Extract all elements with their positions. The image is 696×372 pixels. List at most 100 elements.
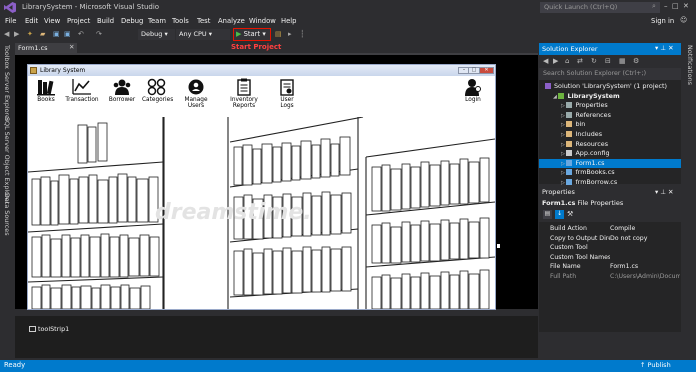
property-row[interactable]: Build Action Compile — [539, 224, 681, 234]
tree-item[interactable]: ▷ Includes — [539, 130, 681, 140]
alphabetical-icon[interactable]: ↓ — [555, 210, 564, 219]
menu-build[interactable]: Build — [97, 17, 114, 25]
properties-icon[interactable]: ⚙ — [633, 57, 639, 65]
menu-window[interactable]: Window — [249, 17, 276, 25]
properties-object-select[interactable]: Form1.cs File Properties — [539, 198, 681, 209]
tree-item[interactable]: ▷ Form1.cs — [539, 158, 681, 169]
property-row[interactable]: Full Path C:\Users\Admin\Documents — [539, 272, 681, 282]
property-value[interactable]: C:\Users\Admin\Documents — [610, 272, 680, 282]
new-project-icon[interactable]: ✦ — [27, 30, 35, 39]
tab-server-explorer[interactable]: Server Explorer — [3, 72, 11, 122]
tree-item[interactable]: ◢ LibrarySystem — [539, 92, 681, 102]
account-icon[interactable]: ☺ — [680, 16, 687, 24]
library-system-form[interactable]: Library System – □ ✕ Books Transaction B… — [27, 64, 496, 310]
back-icon[interactable]: ◀ — [543, 57, 548, 65]
menu-analyze[interactable]: Analyze — [218, 17, 245, 25]
menu-tools[interactable]: Tools — [172, 17, 189, 25]
property-name: Custom Tool — [550, 244, 588, 252]
toolstrip-component[interactable]: toolStrip1 — [38, 325, 69, 333]
close-icon[interactable]: ✕ — [683, 2, 689, 10]
sync-icon[interactable]: ⇄ — [577, 57, 583, 65]
tree-item-label: App.config — [575, 149, 610, 158]
menu-help[interactable]: Help — [281, 17, 297, 25]
start-button[interactable]: ▶ Start ▾ — [233, 28, 271, 41]
categorized-icon[interactable]: ▤ — [543, 210, 552, 219]
visual-studio-logo-icon — [4, 2, 16, 13]
tree-item[interactable]: ▷ References — [539, 111, 681, 121]
solution-configuration-select[interactable]: Debug ▾ — [138, 29, 175, 40]
menu-debug[interactable]: Debug — [121, 17, 143, 25]
quick-launch-input[interactable]: Quick Launch (Ctrl+Q) — [540, 2, 660, 13]
menu-team[interactable]: Team — [148, 17, 166, 25]
tree-item[interactable]: ▷ Resources — [539, 140, 681, 150]
dropdown-icon[interactable]: ▾ — [655, 44, 658, 52]
open-folder-icon[interactable]: ▰ — [40, 30, 48, 39]
property-pages-icon[interactable]: ⚒ — [567, 210, 573, 218]
forward-icon[interactable]: ▶ — [14, 30, 22, 39]
tab-toolbox[interactable]: Toolbox — [3, 45, 11, 69]
window-controls[interactable]: – □ ✕ — [664, 2, 689, 10]
tree-item[interactable]: Solution 'LibrarySystem' (1 project) — [539, 82, 681, 92]
tree-item[interactable]: ▷ bin — [539, 120, 681, 130]
tab-sql-server-object-explorer[interactable]: SQL Server Object Explorer — [3, 117, 11, 204]
tree-item[interactable]: ▷ Properties — [539, 101, 681, 111]
form-toolstrip: Books Transaction Borrower Categories Ma… — [28, 76, 495, 117]
designer-resize-handle[interactable] — [497, 244, 500, 248]
close-icon[interactable]: ✕ — [668, 44, 673, 52]
form-icon — [566, 169, 573, 176]
manage-users-button[interactable]: Manage Users — [177, 78, 215, 109]
property-row[interactable]: Copy to Output DirectoryDo not copy — [539, 234, 681, 244]
menu-file[interactable]: File — [5, 17, 16, 25]
property-value[interactable]: Form1.cs — [610, 262, 680, 272]
menu-test[interactable]: Test — [197, 17, 210, 25]
save-icon[interactable]: ▣ — [53, 30, 61, 39]
books-button[interactable]: Books — [34, 78, 58, 103]
undo-icon[interactable]: ↶ — [78, 30, 86, 39]
form-close-icon[interactable]: ✕ — [479, 67, 494, 74]
properties-window-buttons[interactable]: ▾ ⊥ ✕ — [655, 188, 674, 196]
inventory-reports-button[interactable]: Inventory Reports — [220, 78, 268, 109]
refresh-icon[interactable]: ↻ — [591, 57, 597, 65]
redo-icon[interactable]: ↷ — [96, 30, 104, 39]
back-icon[interactable]: ◀ — [4, 30, 12, 39]
tree-item[interactable]: ▷ frmBooks.cs — [539, 168, 681, 178]
toolbar-more-icon[interactable]: ▸ — [288, 30, 296, 39]
sign-in-link[interactable]: Sign in — [651, 17, 674, 25]
forward-icon[interactable]: ▶ — [553, 57, 558, 65]
home-icon[interactable]: ⌂ — [565, 57, 569, 65]
menu-edit[interactable]: Edit — [25, 17, 38, 25]
transaction-button[interactable]: Transaction — [65, 78, 99, 103]
search-icon[interactable]: ⌕ — [652, 2, 656, 11]
tab-form1-design[interactable]: Form1.cs [Design] — [15, 43, 77, 60]
tab-notifications[interactable]: Notifications — [686, 45, 694, 85]
tree-item-label: Solution 'LibrarySystem' (1 project) — [554, 82, 668, 90]
tree-item[interactable]: ▷ App.config — [539, 149, 681, 159]
property-row[interactable]: Custom Tool Namespace — [539, 253, 681, 263]
borrower-button[interactable]: Borrower — [108, 78, 136, 103]
property-row[interactable]: File Name Form1.cs — [539, 262, 681, 272]
collapse-icon[interactable]: ⊟ — [605, 57, 611, 65]
toolstrip-icon — [29, 326, 36, 332]
property-value[interactable]: Compile — [610, 224, 680, 234]
tool-icon[interactable]: ▤ — [275, 30, 283, 39]
menu-view[interactable]: View — [44, 17, 60, 25]
tab-data-sources[interactable]: Data Sources — [3, 193, 11, 236]
tree-item-label: LibrarySystem — [567, 91, 620, 100]
maximize-icon[interactable]: □ — [672, 2, 679, 10]
publish-button[interactable]: ↑ Publish — [640, 361, 671, 369]
login-button[interactable]: Login — [461, 78, 485, 103]
save-all-icon[interactable]: ▣ — [64, 30, 72, 39]
solution-explorer-window-buttons[interactable]: ▾ ⊥ ✕ — [655, 44, 674, 52]
categories-button[interactable]: Categories — [142, 78, 173, 103]
tab-close-icon[interactable]: ✕ — [69, 43, 74, 51]
status-bar: Ready — [0, 360, 696, 372]
user-logs-button[interactable]: User Logs — [273, 78, 301, 109]
menu-project[interactable]: Project — [67, 17, 90, 25]
pin-icon[interactable]: ⊥ — [660, 44, 666, 52]
property-row[interactable]: Custom Tool — [539, 243, 681, 253]
solution-platform-select[interactable]: Any CPU ▾ — [176, 29, 230, 40]
solution-explorer-search-input[interactable]: Search Solution Explorer (Ctrl+;) — [539, 68, 681, 80]
property-value[interactable]: Do not copy — [610, 234, 680, 244]
minimize-icon[interactable]: – — [664, 2, 668, 10]
show-all-icon[interactable]: ▦ — [619, 57, 626, 65]
